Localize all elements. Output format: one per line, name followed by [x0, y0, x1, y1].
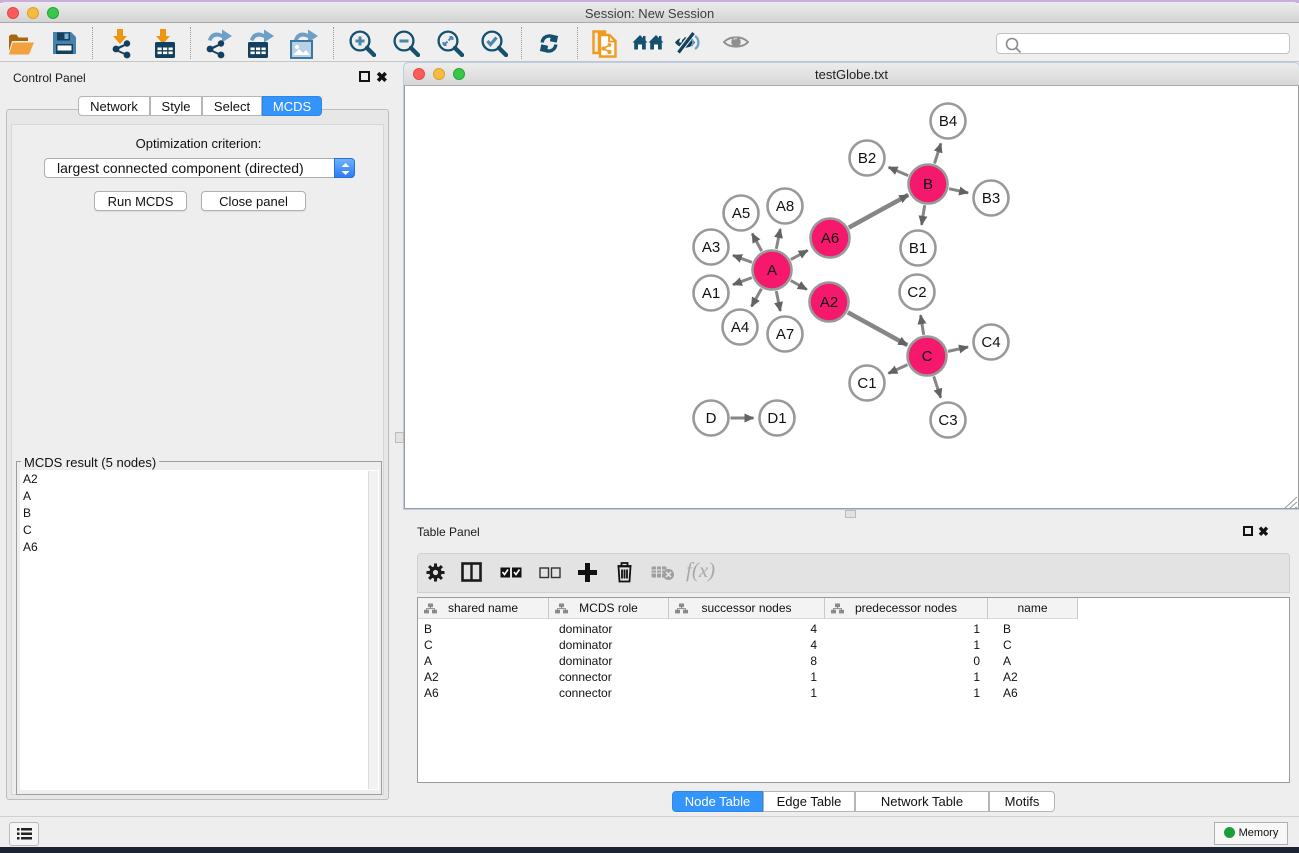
svg-text:A7: A7: [775, 326, 793, 343]
svg-text:B: B: [922, 176, 932, 193]
svg-text:A2: A2: [819, 294, 837, 311]
svg-text:A: A: [766, 262, 776, 279]
svg-text:D: D: [705, 410, 716, 427]
svg-text:C4: C4: [981, 334, 1000, 351]
svg-text:C2: C2: [907, 284, 926, 301]
svg-text:B1: B1: [908, 240, 926, 257]
svg-text:A4: A4: [730, 319, 748, 336]
svg-text:A6: A6: [820, 230, 838, 247]
svg-text:A3: A3: [701, 239, 719, 256]
svg-text:C: C: [921, 348, 932, 365]
svg-text:B2: B2: [857, 150, 875, 167]
svg-text:B4: B4: [938, 113, 956, 130]
svg-text:B3: B3: [981, 190, 999, 207]
svg-text:A8: A8: [775, 198, 793, 215]
svg-text:D1: D1: [767, 410, 786, 427]
svg-text:A5: A5: [731, 205, 749, 222]
svg-text:C3: C3: [938, 412, 957, 429]
svg-text:A1: A1: [701, 285, 719, 302]
svg-text:C1: C1: [857, 375, 876, 392]
